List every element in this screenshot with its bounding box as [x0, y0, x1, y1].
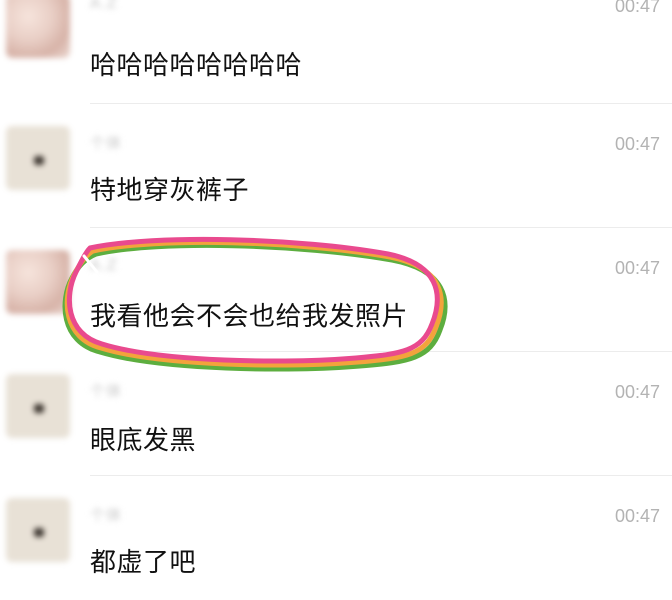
message-text: 特地穿灰裤子 [90, 176, 250, 206]
message-time: 00:47 [614, 506, 660, 526]
sender-avatar[interactable] [6, 0, 70, 58]
message-time: 00:47 [614, 382, 660, 402]
message-time: 00:47 [614, 134, 660, 154]
message-row[interactable]: 个体 00:47 特地穿灰裤子 [0, 104, 672, 228]
sender-name: A.Z [90, 256, 119, 274]
message-row-highlighted[interactable]: A.Z 00:47 我看他会不会也给我发照片 [0, 228, 672, 352]
message-time: 00:47 [614, 258, 660, 278]
message-text: 我看他会不会也给我发照片 [90, 302, 409, 332]
message-row[interactable]: 个体 00:47 眼底发黑 [0, 352, 672, 476]
sender-name: A.Z [90, 0, 119, 12]
message-text: 都虚了吧 [90, 548, 197, 578]
message-row[interactable]: A.Z 00:47 哈哈哈哈哈哈哈哈 [0, 0, 672, 104]
sender-name: 个体 [90, 382, 123, 400]
sender-avatar[interactable] [6, 498, 70, 562]
message-text: 哈哈哈哈哈哈哈哈 [90, 51, 303, 81]
sender-avatar[interactable] [6, 126, 70, 190]
message-text: 眼底发黑 [90, 426, 197, 456]
message-row[interactable]: 个体 00:47 都虚了吧 [0, 476, 672, 600]
sender-avatar[interactable] [6, 250, 70, 314]
sender-avatar[interactable] [6, 374, 70, 438]
chat-message-list: A.Z 00:47 哈哈哈哈哈哈哈哈 个体 00:47 特地穿灰裤子 A.Z 0… [0, 0, 672, 583]
sender-name: 个体 [90, 134, 123, 152]
sender-name: 个体 [90, 506, 123, 524]
message-time: 00:47 [614, 0, 660, 16]
